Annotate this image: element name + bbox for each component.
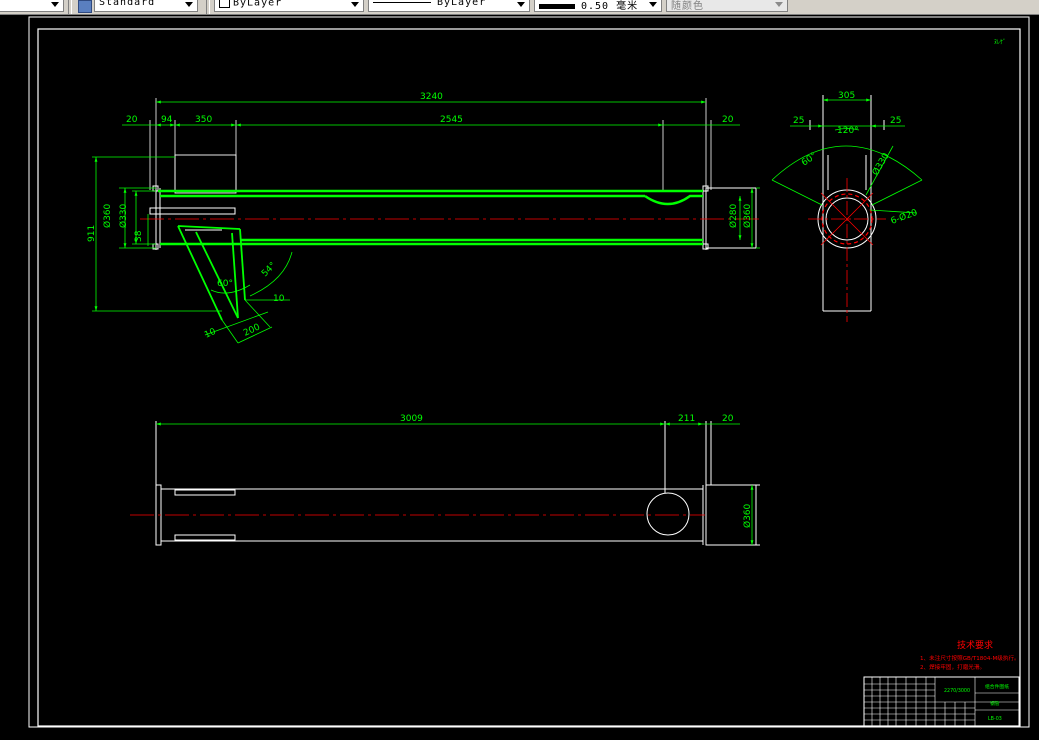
chevron-down-icon xyxy=(183,0,195,10)
title-block: 2270/3000 组合件图纸 钢管 LB-03 xyxy=(863,676,1020,727)
front-view: 3240 20 94 350 2545 20 911 Ø360 Ø330 38 … xyxy=(87,92,760,344)
dim-3240: 3240 xyxy=(420,92,443,102)
dim-350: 350 xyxy=(195,115,212,125)
dim-angle-54: 54° xyxy=(260,261,278,279)
chevron-down-icon xyxy=(49,0,61,10)
linetype-sample-icon xyxy=(373,1,431,3)
dim-305: 305 xyxy=(838,91,855,101)
side-view: 305 25 25 120° 60° Ø330 6-Ø20 xyxy=(771,91,923,322)
drawing-canvas[interactable]: ﾇﾚｹﾞ 3240 20 94 350 2545 20 911 Ø360 Ø33… xyxy=(0,14,1039,740)
layer-dropdown[interactable]: ByLayer xyxy=(214,0,364,12)
dim-dia-330-left: Ø330 xyxy=(118,203,129,228)
dim-20-top: 20 xyxy=(722,414,734,424)
toolbar-separator xyxy=(68,0,72,14)
lineweight-value: 0.50 毫米 xyxy=(581,1,639,12)
dim-94: 94 xyxy=(161,115,173,125)
dim-211: 211 xyxy=(678,414,695,424)
chevron-down-icon xyxy=(773,0,785,10)
color-swatch-icon xyxy=(219,0,230,8)
dim-angle-60-side: 60° xyxy=(800,151,819,168)
tech-req-line-1: 1、未注尺寸按照GB/T1804-M级执行。 xyxy=(920,654,1020,662)
chevron-down-icon xyxy=(515,0,527,10)
chevron-down-icon xyxy=(647,0,659,10)
dim-dia-360-left: Ø360 xyxy=(102,203,113,228)
toolbar-separator xyxy=(206,0,210,14)
title-block-scale: 2270/3000 xyxy=(944,688,970,694)
tech-req-line-2: 2、焊接牢固，打磨光滑。 xyxy=(920,663,985,671)
tech-req-title: 技术要求 xyxy=(957,639,993,651)
dim-3009: 3009 xyxy=(400,414,423,424)
lineweight-dropdown[interactable]: 0.50 毫米 xyxy=(534,0,662,12)
text-style-icon[interactable] xyxy=(78,0,92,13)
text-style-dropdown[interactable]: Standard xyxy=(94,0,198,12)
dim-25-left: 25 xyxy=(793,116,804,126)
prev-style-dropdown[interactable] xyxy=(0,0,64,12)
text-style-value: Standard xyxy=(99,0,156,8)
dim-dia-330-side: Ø330 xyxy=(870,151,892,178)
dim-angle-60: 60° xyxy=(217,279,233,289)
inner-frame xyxy=(37,28,1021,727)
linetype-value: ByLayer xyxy=(437,0,487,8)
dim-6-holes: 6-Ø20 xyxy=(889,207,919,227)
dim-38: 38 xyxy=(134,230,144,242)
dim-2545: 2545 xyxy=(440,115,463,125)
title-block-top-label: 组合件图纸 xyxy=(985,683,1009,690)
corner-tag: ﾇﾚｹﾞ xyxy=(994,39,1006,46)
lineweight-sample-icon xyxy=(539,3,575,9)
dim-911: 911 xyxy=(87,225,97,242)
layer-value: ByLayer xyxy=(233,0,283,9)
plot-style-value: 随颜色 xyxy=(671,1,704,12)
top-view: 3009 211 20 Ø360 xyxy=(130,414,760,546)
linetype-dropdown[interactable]: ByLayer xyxy=(368,0,530,12)
title-block-part-name: 钢管 xyxy=(990,700,1000,707)
outer-frame xyxy=(28,16,1030,728)
dim-10-right: 10 xyxy=(273,294,285,304)
dim-20-left: 20 xyxy=(126,115,138,125)
title-block-drawing-number: LB-03 xyxy=(988,716,1002,722)
dim-120-deg: 120° xyxy=(837,126,859,136)
dim-10-left: 10 xyxy=(203,327,218,341)
dim-20-right: 20 xyxy=(722,115,734,125)
dim-25-right: 25 xyxy=(890,116,901,126)
plot-style-dropdown[interactable]: 随颜色 xyxy=(666,0,788,12)
properties-toolbar: Standard ByLayer ByLayer 0.50 毫米 随颜色 xyxy=(0,0,1039,15)
technical-requirements: 技术要求 1、未注尺寸按照GB/T1804-M级执行。 2、焊接牢固，打磨光滑。 xyxy=(920,639,1020,671)
chevron-down-icon xyxy=(349,0,361,10)
dim-dia-280: Ø280 xyxy=(728,203,739,228)
dim-dia-360-top: Ø360 xyxy=(742,503,753,528)
dim-dia-360-right: Ø360 xyxy=(742,203,753,228)
